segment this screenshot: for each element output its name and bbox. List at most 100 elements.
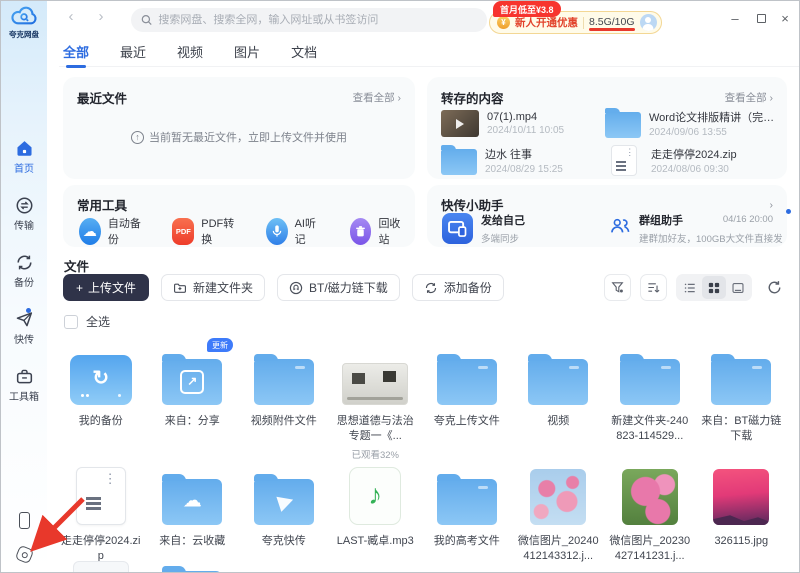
upload-file-button[interactable]: + 上传文件 bbox=[63, 274, 150, 301]
trash-icon bbox=[349, 217, 372, 245]
file-item[interactable]: 我的高考文件 bbox=[421, 461, 513, 564]
saved-item[interactable]: 边水 往事 2024/08/29 15:25 bbox=[441, 145, 597, 176]
file-item[interactable]: 思想道德与法治 专题一《... 已观看32% bbox=[330, 341, 422, 461]
file-item[interactable]: 夸克上传文件 bbox=[421, 341, 513, 461]
video-thumbnail-icon bbox=[441, 110, 479, 137]
promo-label: 新人开通优惠 bbox=[515, 17, 578, 29]
tab-最近[interactable]: 最近 bbox=[118, 38, 148, 68]
plus-icon: + bbox=[76, 280, 84, 295]
file-icon-area bbox=[696, 341, 788, 405]
new-folder-button[interactable]: 新建文件夹 bbox=[161, 274, 266, 301]
file-icon-area bbox=[55, 341, 147, 405]
file-item[interactable]: 326115.jpg bbox=[696, 461, 788, 564]
filter-button[interactable] bbox=[604, 274, 631, 301]
forward-button[interactable]: › bbox=[91, 8, 111, 25]
tool-pdf-convert[interactable]: PDF PDF转换 bbox=[172, 215, 236, 247]
tab-图片[interactable]: 图片 bbox=[232, 38, 262, 68]
card-view-button[interactable] bbox=[726, 276, 750, 299]
maximize-button[interactable] bbox=[751, 9, 771, 27]
file-item[interactable] bbox=[147, 553, 239, 572]
filter-icon bbox=[611, 282, 624, 293]
file-item[interactable]: 来自：BT磁力链下载 bbox=[696, 341, 788, 461]
view-controls bbox=[604, 274, 787, 301]
add-backup-button[interactable]: 添加备份 bbox=[411, 274, 504, 301]
sidebar-item-home[interactable]: 首页 bbox=[14, 139, 34, 175]
sidebar-item-label: 传输 bbox=[14, 221, 34, 232]
back-button[interactable]: ‹ bbox=[61, 8, 81, 25]
file-item[interactable]: LAST-臧卓.mp3 bbox=[330, 461, 422, 564]
sidebar-item-label: 备份 bbox=[14, 278, 34, 289]
saved-item[interactable]: 07(1).mp4 2024/10/11 10:05 bbox=[441, 109, 597, 138]
bt-magnet-download-button[interactable]: BT/磁力链下载 bbox=[277, 274, 400, 301]
sidebar-item-quickshare[interactable]: 快传 bbox=[14, 308, 34, 346]
sidebar-item-backup[interactable]: 备份 bbox=[14, 253, 34, 289]
sort-button[interactable] bbox=[640, 274, 667, 301]
assistant-more-link[interactable]: › bbox=[770, 199, 774, 211]
file-item[interactable]: 来自：云收藏 bbox=[147, 461, 239, 564]
mobile-app-icon[interactable] bbox=[18, 512, 30, 529]
sidebar-item-toolbox[interactable]: 工具箱 bbox=[9, 367, 39, 403]
file-icon-area bbox=[55, 553, 147, 572]
app-logo: 夸克网盘 bbox=[1, 6, 47, 40]
file-icon bbox=[528, 354, 589, 405]
quark-cloud-logo-icon bbox=[11, 6, 37, 25]
tool-recycle-bin[interactable]: 回收站 bbox=[349, 215, 405, 247]
sidebar-bottom bbox=[1, 512, 47, 565]
file-item[interactable]: 我的备份 bbox=[55, 341, 147, 461]
file-item[interactable]: 视频附件文件 bbox=[238, 341, 330, 461]
file-icon bbox=[72, 561, 129, 572]
tab-文档[interactable]: 文档 bbox=[289, 38, 319, 68]
transfer-icon bbox=[16, 197, 32, 214]
file-icon bbox=[349, 467, 402, 525]
grid-view-button[interactable] bbox=[702, 276, 726, 299]
recent-empty-state[interactable]: ↑ 当前暂无最近文件，立即上传文件并使用 bbox=[63, 129, 415, 145]
settings-gear-icon[interactable] bbox=[14, 544, 34, 565]
search-input[interactable] bbox=[158, 14, 477, 26]
list-view-button[interactable] bbox=[678, 276, 702, 299]
file-item[interactable]: 走走停停2024.zip bbox=[55, 461, 147, 564]
file-icon bbox=[436, 354, 497, 405]
file-icon bbox=[162, 354, 223, 405]
tab-视频[interactable]: 视频 bbox=[175, 38, 205, 68]
close-button[interactable]: × bbox=[775, 9, 795, 27]
tab-全部[interactable]: 全部 bbox=[61, 38, 91, 68]
avatar[interactable] bbox=[639, 14, 657, 31]
sidebar-item-label: 首页 bbox=[14, 164, 34, 175]
zip-file-icon bbox=[611, 145, 637, 176]
file-icon-area bbox=[421, 461, 513, 525]
watch-progress: 已观看32% bbox=[351, 450, 399, 462]
tool-ai-listen[interactable]: AI听记 bbox=[265, 215, 321, 247]
saved-item[interactable]: 走走停停2024.zip 2024/08/06 09:30 bbox=[605, 145, 777, 176]
file-name: 来自：分享 bbox=[164, 415, 220, 427]
file-icon-area bbox=[147, 553, 239, 572]
search-bar[interactable] bbox=[131, 8, 487, 32]
promo-ribbon: 首月低至¥3.8 bbox=[493, 1, 561, 17]
tool-auto-backup[interactable]: ☁ 自动备份 bbox=[79, 215, 143, 247]
file-item[interactable]: 微信图片_20230427141231.j... bbox=[604, 461, 696, 564]
refresh-button[interactable] bbox=[761, 275, 787, 301]
notification-dot bbox=[26, 308, 31, 313]
file-icon bbox=[253, 474, 314, 525]
file-icon bbox=[619, 354, 680, 405]
file-icon bbox=[713, 469, 770, 525]
recent-view-all-link[interactable]: 查看全部 › bbox=[353, 90, 401, 105]
file-item[interactable]: 更新 来自：分享 bbox=[147, 338, 239, 461]
select-all-checkbox[interactable] bbox=[64, 314, 78, 329]
file-icon-area: 更新 bbox=[147, 338, 239, 405]
file-item[interactable]: 视频 bbox=[513, 341, 605, 461]
file-item[interactable]: 新建文件夹-240823-114529... bbox=[604, 341, 696, 461]
file-item[interactable]: 夸克快传 bbox=[238, 461, 330, 564]
files-section-title: 文件 bbox=[64, 260, 90, 274]
saved-item[interactable]: Word论文排版精讲（完结） 2024/09/06 13:55 bbox=[605, 108, 777, 138]
file-item[interactable]: 微信图片_20240412143312.j... bbox=[513, 461, 605, 564]
minimize-button[interactable]: – bbox=[725, 9, 745, 27]
saved-item-time: 2024/10/11 10:05 bbox=[487, 125, 565, 136]
file-name: 思想道德与法治 专题一《... bbox=[336, 415, 414, 443]
file-name: 夸克快传 bbox=[261, 535, 306, 547]
send-to-self-item[interactable]: 发给自己 多端同步 bbox=[442, 212, 525, 245]
file-item[interactable] bbox=[55, 553, 147, 572]
saved-view-all-link[interactable]: 查看全部 › bbox=[725, 90, 773, 105]
divider bbox=[583, 16, 584, 29]
sidebar-item-transfer[interactable]: 传输 bbox=[14, 196, 34, 232]
file-icon bbox=[621, 469, 678, 525]
